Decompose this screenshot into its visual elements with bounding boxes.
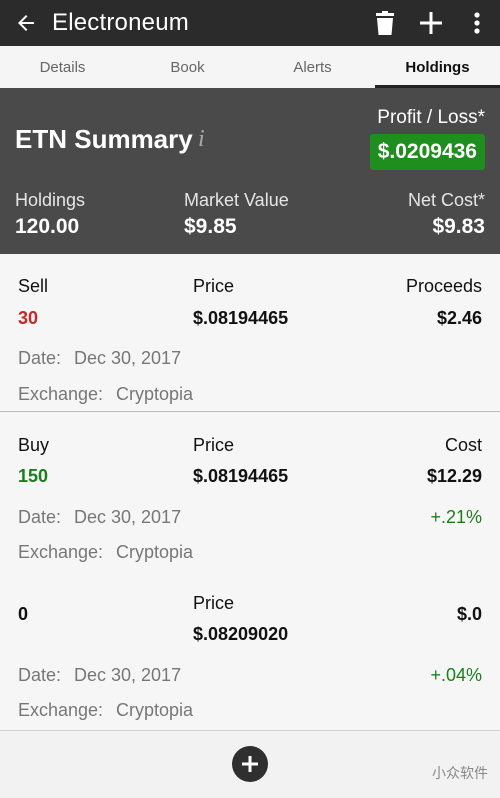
info-icon[interactable]: i <box>198 126 205 153</box>
add-transaction-button[interactable] <box>232 746 268 782</box>
market-value-value: $9.85 <box>184 215 237 238</box>
exchange-value: Cryptopia <box>116 700 194 720</box>
price-value: $.08194465 <box>193 466 289 486</box>
change-percent: +.04% <box>430 665 482 685</box>
transaction-type: Buy <box>18 435 50 455</box>
tab-holdings[interactable]: Holdings <box>375 46 500 88</box>
holdings-value: 120.00 <box>15 215 80 238</box>
add-button[interactable] <box>408 0 454 46</box>
trash-icon <box>376 11 394 35</box>
more-vert-icon <box>474 12 480 34</box>
net-cost-label: Net Cost* <box>407 190 485 210</box>
exchange-value: Cryptopia <box>116 384 194 404</box>
date-label: Date: <box>18 348 62 368</box>
plus-icon <box>242 756 258 772</box>
transaction-qty: 30 <box>18 308 39 328</box>
price-label: Price <box>193 435 235 455</box>
bottom-bar: 小众软件 <box>0 730 500 798</box>
proceeds-value: $2.46 <box>436 308 482 328</box>
price-label: Price <box>193 593 235 613</box>
price-value: $.08194465 <box>193 308 289 328</box>
price-label: Price <box>193 276 235 296</box>
app-bar: Electroneum <box>0 0 500 46</box>
tab-bar: Details Book Alerts Holdings <box>0 46 500 89</box>
transaction-sell[interactable]: Sell 30 Price $.08194465 Proceeds $2.46 … <box>0 254 500 411</box>
cost-label: Cost <box>444 435 482 455</box>
date-value: Dec 30, 2017 <box>74 665 182 685</box>
profit-loss-label: Profit / Loss* <box>377 107 485 128</box>
overflow-menu-button[interactable] <box>454 0 500 46</box>
back-button[interactable] <box>0 0 52 46</box>
transaction-qty: 150 <box>18 466 49 486</box>
change-percent: +.21% <box>430 507 482 527</box>
transaction-qty: 0 <box>18 604 29 624</box>
holdings-label: Holdings <box>15 190 86 210</box>
plus-icon <box>420 12 442 34</box>
date-label: Date: <box>18 507 62 527</box>
date-label: Date: <box>18 665 62 685</box>
date-value: Dec 30, 2017 <box>74 507 182 527</box>
proceeds-label: Proceeds <box>405 276 482 296</box>
transaction-position[interactable]: 0 Price $.08209020 $.0 Date: Dec 30, 201… <box>0 572 500 730</box>
watermark: 小众软件 <box>432 765 488 781</box>
cost-value: $12.29 <box>426 466 482 486</box>
net-cost-value: $9.83 <box>432 215 485 238</box>
tab-alerts[interactable]: Alerts <box>250 46 375 88</box>
price-value: $.08209020 <box>193 624 289 644</box>
summary-panel: ETN Summary i Profit / Loss* $.0209436 H… <box>0 88 500 254</box>
market-value-label: Market Value <box>184 190 289 210</box>
date-value: Dec 30, 2017 <box>74 348 182 368</box>
exchange-label: Exchange: <box>18 700 104 720</box>
tab-book[interactable]: Book <box>125 46 250 88</box>
profit-loss-badge: $.0209436 <box>369 134 485 170</box>
delete-button[interactable] <box>362 0 408 46</box>
amount-value: $.0 <box>456 604 482 624</box>
exchange-label: Exchange: <box>18 384 104 404</box>
summary-title: ETN Summary <box>15 124 193 154</box>
exchange-value: Cryptopia <box>116 542 194 562</box>
back-arrow-icon <box>18 15 34 31</box>
tab-details[interactable]: Details <box>0 46 125 88</box>
transaction-type: Sell <box>18 276 49 296</box>
transaction-buy[interactable]: Buy 150 Price $.08194465 Cost $12.29 Dat… <box>0 412 500 572</box>
exchange-label: Exchange: <box>18 542 104 562</box>
page-title: Electroneum <box>52 9 189 36</box>
